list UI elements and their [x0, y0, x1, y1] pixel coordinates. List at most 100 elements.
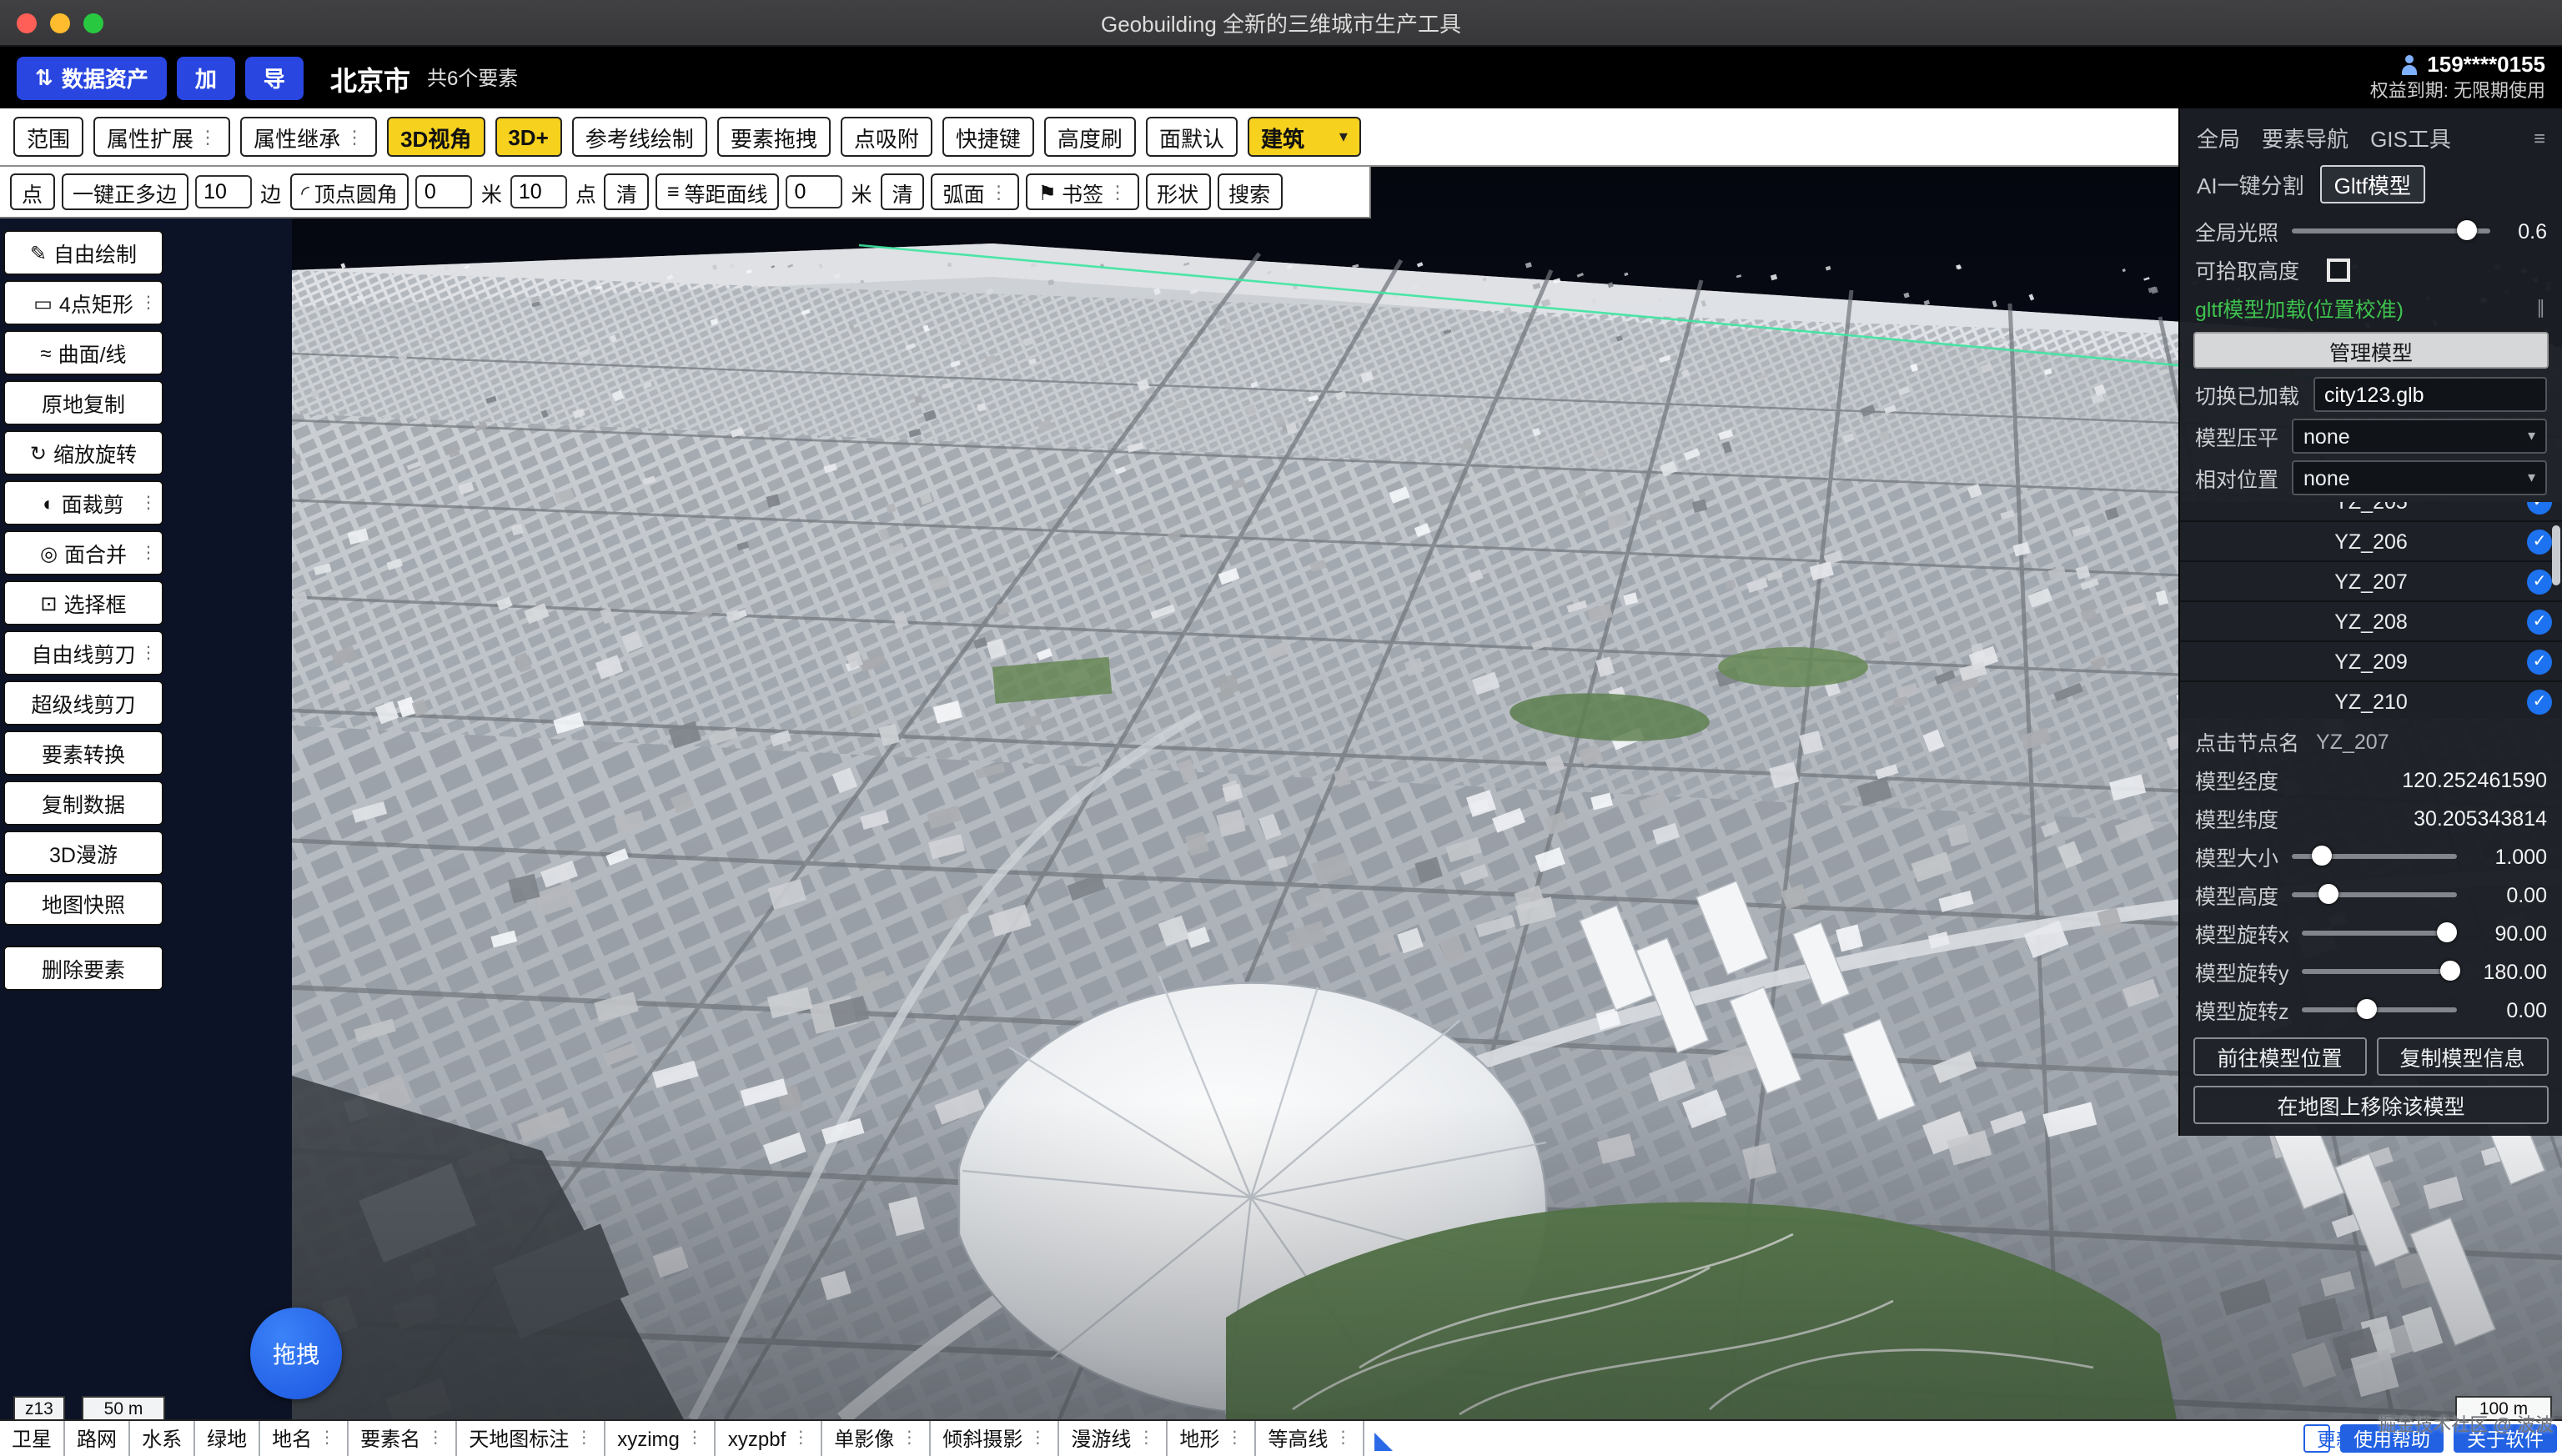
- model-rotate-x-slider[interactable]: [2303, 931, 2457, 936]
- loaded-model-select[interactable]: city123.glb: [2313, 377, 2547, 412]
- attr-extend-button[interactable]: 属性扩展⋮: [93, 117, 230, 157]
- check-icon[interactable]: ✓: [2527, 502, 2552, 514]
- menu-dots-icon[interactable]: ⋮: [198, 126, 217, 148]
- tab-global[interactable]: 全局: [2197, 122, 2240, 153]
- sidebar-item-scale-rotate[interactable]: ↻缩放旋转: [3, 430, 163, 475]
- menu-dots-icon[interactable]: ⋮: [140, 494, 157, 512]
- one-key-polygon-button[interactable]: 一键正多边: [61, 173, 188, 210]
- menu-dots-icon[interactable]: ⋮: [319, 1429, 335, 1448]
- layer-toggle-greenland[interactable]: 绿地: [195, 1421, 260, 1456]
- equidistant-input[interactable]: [786, 175, 843, 208]
- slider-thumb[interactable]: [2436, 922, 2456, 942]
- attr-inherit-button[interactable]: 属性继承⋮: [240, 117, 377, 157]
- layer-toggle-oblique-photo[interactable]: 倾斜摄影⋮: [931, 1421, 1059, 1456]
- layer-toggle-contour[interactable]: 等高线⋮: [1256, 1421, 1364, 1456]
- view-3d-button[interactable]: 3D视角: [387, 117, 485, 157]
- layer-toggle-tianditu-labels[interactable]: 天地图标注⋮: [457, 1421, 605, 1456]
- model-rotate-y-slider[interactable]: [2303, 969, 2457, 974]
- sidebar-item-face-clip[interactable]: ◐面裁剪⋮: [3, 480, 163, 525]
- copy-model-info-button[interactable]: 复制模型信息: [2376, 1037, 2549, 1076]
- layer-toggle-roam-line[interactable]: 漫游线⋮: [1059, 1421, 1168, 1456]
- tab-feature-nav[interactable]: 要素导航: [2262, 122, 2348, 153]
- face-default-button[interactable]: 面默认: [1146, 117, 1238, 157]
- list-scrollbar[interactable]: [2552, 525, 2560, 585]
- check-icon[interactable]: ✓: [2527, 529, 2552, 554]
- model-height-slider[interactable]: [2292, 892, 2457, 897]
- layer-toggle-terrain[interactable]: 地形⋮: [1168, 1421, 1256, 1456]
- sidebar-item-feature-convert[interactable]: 要素转换: [3, 731, 163, 776]
- menu-dots-icon[interactable]: ⋮: [140, 294, 157, 312]
- manage-models-button[interactable]: 管理模型: [2193, 332, 2549, 369]
- layer-toggle-xyzimg[interactable]: xyzimg⋮: [605, 1421, 716, 1456]
- clear-equidistant-button[interactable]: 清: [881, 173, 925, 210]
- panel-menu-icon[interactable]: ≡: [2534, 126, 2545, 149]
- add-button[interactable]: 加: [177, 56, 235, 99]
- node-list-item[interactable]: YZ_207✓: [2180, 562, 2562, 602]
- menu-dots-icon[interactable]: ⋮: [140, 544, 157, 562]
- sidebar-item-map-snapshot[interactable]: 地图快照: [3, 881, 163, 926]
- 3d-plus-button[interactable]: 3D+: [495, 117, 561, 157]
- slider-thumb[interactable]: [2456, 220, 2476, 240]
- slider-thumb[interactable]: [2357, 999, 2377, 1019]
- drag-handle-button[interactable]: 拖拽: [250, 1308, 342, 1399]
- layer-toggle-feature-names[interactable]: 要素名⋮: [349, 1421, 457, 1456]
- layer-toggle-satellite[interactable]: 卫星: [0, 1421, 65, 1456]
- check-icon[interactable]: ✓: [2527, 689, 2552, 714]
- height-brush-button[interactable]: 高度刷: [1044, 117, 1136, 157]
- node-list-item[interactable]: YZ_208✓: [2180, 602, 2562, 642]
- sidebar-item-four-point-rect[interactable]: ▭4点矩形⋮: [3, 280, 163, 325]
- sidebar-item-copy-data[interactable]: 复制数据: [3, 781, 163, 826]
- data-assets-button[interactable]: ⇅ 数据资产: [17, 56, 167, 99]
- import-button[interactable]: 导: [245, 56, 304, 99]
- relative-position-select[interactable]: none▾: [2292, 460, 2547, 495]
- menu-dots-icon[interactable]: ⋮: [901, 1429, 917, 1448]
- search-button[interactable]: 搜索: [1217, 173, 1282, 210]
- layer-toggle-place-names[interactable]: 地名⋮: [260, 1421, 349, 1456]
- menu-dots-icon[interactable]: ⋮: [1108, 181, 1127, 203]
- menu-dots-icon[interactable]: ⋮: [686, 1429, 703, 1448]
- building-type-select[interactable]: 建筑▾: [1248, 117, 1361, 157]
- round-radius-input[interactable]: [416, 175, 473, 208]
- goto-model-button[interactable]: 前往模型位置: [2193, 1037, 2366, 1076]
- round-points-input[interactable]: [510, 175, 567, 208]
- shape-button[interactable]: 形状: [1145, 173, 1210, 210]
- sidebar-item-super-line-scissors[interactable]: 超级线剪刀: [3, 680, 163, 725]
- layer-toggle-water[interactable]: 水系: [130, 1421, 195, 1456]
- sidebar-item-delete-feature[interactable]: 删除要素: [3, 946, 163, 991]
- layer-toggle-xyzpbf[interactable]: xyzpbf⋮: [716, 1421, 822, 1456]
- menu-dots-icon[interactable]: ⋮: [427, 1429, 444, 1448]
- vertex-round-button[interactable]: ◜顶点圆角: [289, 173, 409, 210]
- slider-thumb[interactable]: [2441, 961, 2461, 981]
- bookmark-button[interactable]: ⚑书签⋮: [1027, 173, 1138, 210]
- sidebar-item-free-draw[interactable]: ✎自由绘制: [3, 230, 163, 275]
- menu-dots-icon[interactable]: ⋮: [1029, 1429, 1046, 1448]
- equidistant-line-button[interactable]: ≡等距面线: [656, 173, 780, 210]
- sidebar-item-curve-line[interactable]: ≈曲面/线: [3, 330, 163, 375]
- check-icon[interactable]: ✓: [2527, 649, 2552, 674]
- model-size-slider[interactable]: [2292, 854, 2457, 859]
- node-list-item[interactable]: YZ_206✓: [2180, 522, 2562, 562]
- check-icon[interactable]: ✓: [2527, 609, 2552, 634]
- menu-dots-icon[interactable]: ⋮: [575, 1429, 592, 1448]
- check-icon[interactable]: ✓: [2527, 569, 2552, 594]
- sidebar-item-free-line-scissors[interactable]: 自由线剪刀⋮: [3, 630, 163, 675]
- global-light-slider[interactable]: [2292, 228, 2490, 233]
- pickable-height-checkbox[interactable]: [2326, 258, 2349, 281]
- sidebar-item-3d-roam[interactable]: 3D漫游: [3, 831, 163, 876]
- shortcut-keys-button[interactable]: 快捷键: [942, 117, 1034, 157]
- tab-gis-tools[interactable]: GIS工具: [2370, 122, 2451, 153]
- changelog-button[interactable]: 更新日志: [2303, 1424, 2330, 1453]
- node-list-item[interactable]: YZ_209✓: [2180, 642, 2562, 682]
- feature-drag-button[interactable]: 要素拖拽: [717, 117, 831, 157]
- layer-toggle-road-network[interactable]: 路网: [65, 1421, 130, 1456]
- collapse-icon[interactable]: ∥: [2536, 297, 2547, 319]
- sidebar-item-copy-in-place[interactable]: 原地复制: [3, 380, 163, 425]
- tab-gltf-model[interactable]: Gltf模型: [2321, 165, 2424, 203]
- arc-face-button[interactable]: 弧面⋮: [932, 173, 1020, 210]
- menu-dots-icon[interactable]: ⋮: [140, 644, 157, 662]
- menu-dots-icon[interactable]: ⋮: [1138, 1429, 1154, 1448]
- model-node-list[interactable]: YZ_205✓ YZ_206✓ YZ_207✓ YZ_208✓ YZ_209✓ …: [2180, 502, 2562, 719]
- sidebar-item-select-box[interactable]: ⊡选择框: [3, 580, 163, 625]
- account-info[interactable]: 159****0155 权益到期: 无限期使用: [2370, 52, 2545, 103]
- remove-model-button[interactable]: 在地图上移除该模型: [2193, 1086, 2549, 1124]
